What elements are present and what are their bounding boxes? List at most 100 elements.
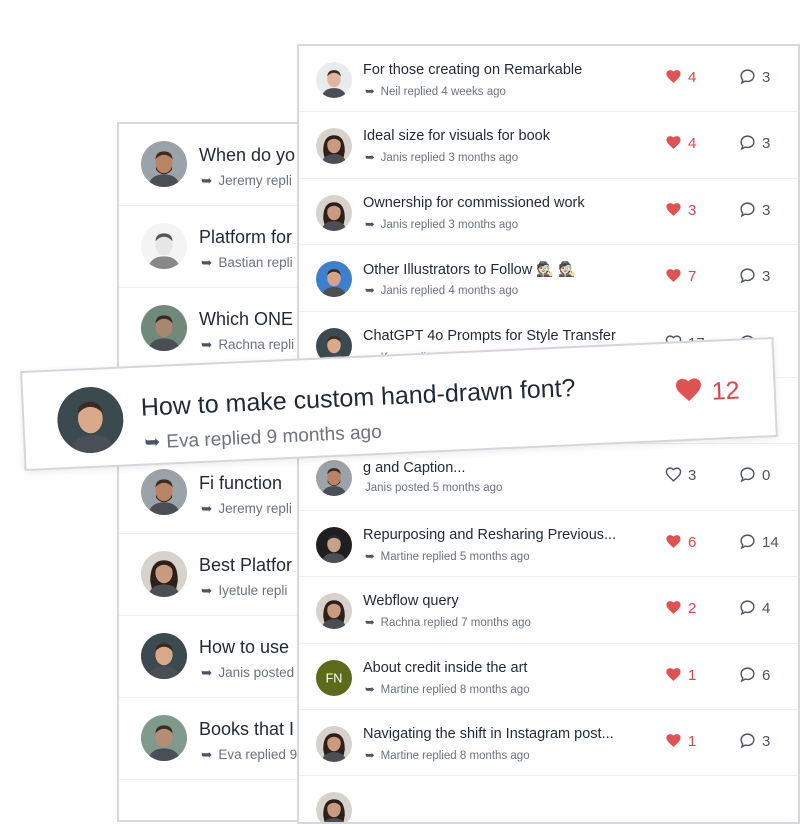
thread-title[interactable]: Which ONE [199, 309, 293, 330]
list-item[interactable] [299, 776, 798, 822]
like-count: 4 [688, 135, 697, 153]
thread-title[interactable]: Best Platfor [199, 555, 292, 576]
comment-count: 3 [762, 268, 771, 286]
reply-arrow-icon: ➥ [365, 550, 375, 563]
like-button[interactable]: 6 [665, 533, 696, 551]
heart-filled-icon [665, 667, 688, 684]
comments-button[interactable]: 0 [739, 466, 770, 484]
comment-icon [739, 135, 762, 152]
list-item[interactable]: Navigating the shift in Instagram post..… [299, 710, 798, 777]
like-button[interactable]: 7 [665, 267, 696, 285]
thread-meta-text: Jeremy repli [218, 501, 292, 516]
avatar [316, 526, 352, 563]
avatar [141, 551, 187, 597]
like-count: 2 [688, 600, 697, 618]
thread-meta-text: Jeremy repli [218, 173, 292, 188]
list-item[interactable]: Platform for ➥ Bastian repli [119, 206, 315, 288]
comments-button[interactable]: 3 [739, 732, 770, 750]
comments-button[interactable]: 4 [739, 599, 770, 617]
list-item[interactable]: How to use ➥ Janis posted 1 y [119, 616, 315, 698]
thread-title[interactable]: ChatGPT 4o Prompts for Style Transfer [363, 328, 616, 344]
thread-title[interactable]: How to use [199, 637, 289, 658]
heart-filled-icon [665, 69, 688, 86]
like-button[interactable]: 3 [665, 201, 696, 219]
avatar [141, 141, 187, 187]
list-item[interactable]: Webflow query ➥ Rachna replied 7 months ag… [299, 577, 798, 644]
thread-title[interactable]: Navigating the shift in Instagram post..… [363, 726, 614, 742]
avatar [316, 792, 352, 822]
thread-meta: ➥ Jeremy repli [201, 501, 292, 517]
thread-meta: ➥ Rachna replied 7 months ago [365, 615, 531, 629]
thread-title[interactable]: Webflow query [363, 593, 459, 609]
thread-title[interactable]: About credit inside the art [363, 660, 527, 676]
thread-title[interactable]: When do yo [199, 145, 295, 166]
avatar [141, 305, 187, 351]
list-item[interactable]: Books that I ➥ Eva replied 9 [119, 698, 315, 780]
thread-meta: ➥ Martine replied 8 months ago [365, 748, 530, 762]
reply-arrow-icon: ➥ [201, 255, 213, 270]
background-thread-list: When do yo ➥ Jeremy repli Platform for ➥ Bast… [117, 122, 317, 822]
list-item[interactable]: Other Illustrators to Follow 🕵🏻 🕵🏻 ➥ Janis… [299, 245, 798, 312]
comment-count: 14 [762, 533, 779, 551]
thread-title[interactable]: Ideal size for visuals for book [363, 128, 550, 144]
thread-title[interactable]: Fi function [199, 473, 282, 494]
like-button[interactable]: 1 [665, 732, 696, 750]
comment-icon [739, 667, 762, 684]
thread-meta-text: Janis posted 5 months ago [365, 482, 503, 495]
comments-button[interactable]: 3 [739, 267, 770, 285]
list-item[interactable]: Which ONE ➥ Rachna repli [119, 288, 315, 370]
thread-title[interactable]: g and Caption... [363, 460, 465, 476]
like-button[interactable]: 1 [665, 666, 696, 684]
reply-arrow-icon: ➥ [201, 501, 213, 516]
avatar [141, 469, 187, 515]
thread-title[interactable]: Repurposing and Resharing Previous... [363, 527, 616, 543]
like-button[interactable]: 4 [665, 68, 696, 86]
comment-icon [739, 534, 762, 551]
like-count: 6 [688, 533, 697, 551]
thread-meta: ➥ Iyetule repli [201, 583, 287, 599]
thread-title[interactable]: For those creating on Remarkable [363, 62, 582, 78]
thread-title[interactable]: Ownership for commissioned work [363, 195, 585, 211]
list-item[interactable]: When do yo ➥ Jeremy repli [119, 124, 315, 206]
reply-arrow-icon: ➥ [201, 583, 213, 598]
comments-button[interactable]: 3 [739, 201, 770, 219]
like-button[interactable]: 2 [665, 599, 696, 617]
list-item[interactable]: Ideal size for visuals for book ➥ Janis re… [299, 112, 798, 179]
reply-arrow-icon: ➥ [201, 173, 213, 188]
comment-icon [739, 733, 762, 750]
like-count: 4 [688, 69, 697, 86]
comments-button[interactable]: 14 [739, 533, 779, 551]
thread-title[interactable]: How to make custom hand-drawn font? [140, 374, 576, 423]
avatar [141, 223, 187, 269]
thread-title[interactable]: Books that I [199, 719, 294, 740]
heart-filled-icon [665, 600, 688, 617]
comments-button[interactable]: 3 [739, 68, 770, 86]
comments-button[interactable]: 6 [739, 666, 770, 684]
reply-arrow-icon: ➥ [365, 285, 375, 298]
list-item[interactable]: Best Platfor ➥ Iyetule repli [119, 534, 315, 616]
avatar [316, 62, 352, 98]
comment-icon [739, 268, 762, 285]
list-item[interactable]: Repurposing and Resharing Previous... ➥ Ma… [299, 511, 798, 578]
list-item[interactable]: FN About credit inside the art ➥ Martine re… [299, 644, 798, 710]
thread-meta-text: Eva replied 9 months ago [165, 421, 383, 453]
thread-title[interactable]: Other Illustrators to Follow 🕵🏻 🕵🏻 [363, 261, 576, 278]
like-button[interactable]: 3 [665, 466, 696, 484]
avatar [141, 633, 187, 679]
thread-meta-text: Janis replied 3 months ago [380, 152, 519, 165]
thread-meta-text: Rachna repli [218, 337, 295, 352]
thread-meta: ➥ Martine replied 5 months ago [365, 549, 530, 563]
thread-meta: ➥ Janis replied 3 months ago [365, 150, 518, 164]
like-button[interactable]: 12 [673, 373, 740, 409]
list-item[interactable]: Ownership for commissioned work ➥ Janis re… [299, 179, 798, 246]
thread-meta-text: Eva replied 9 [218, 747, 298, 762]
avatar [141, 715, 187, 761]
list-item[interactable]: For those creating on Remarkable ➥ Neil re… [299, 46, 798, 113]
thread-title[interactable]: Platform for [199, 227, 292, 248]
reply-arrow-icon: ➥ [365, 218, 375, 231]
like-button[interactable]: 4 [665, 134, 696, 152]
comment-icon [739, 202, 762, 219]
comments-button[interactable]: 3 [739, 134, 770, 152]
like-count: 3 [688, 201, 697, 219]
thread-meta-text: Bastian repli [218, 255, 293, 270]
